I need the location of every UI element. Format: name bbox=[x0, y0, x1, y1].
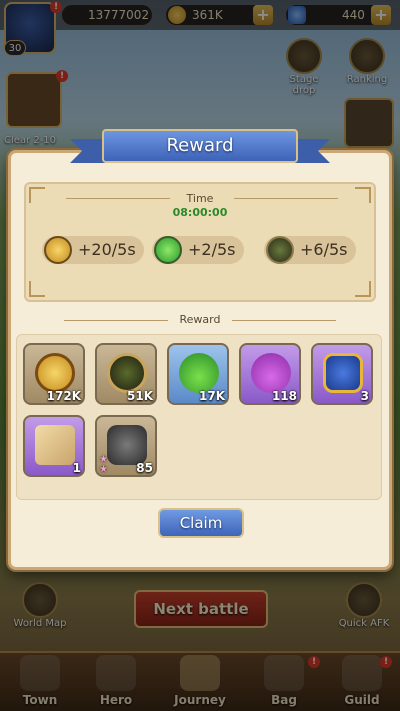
scroll-map-icon bbox=[35, 425, 75, 465]
item-count: 118 bbox=[271, 389, 297, 403]
claim-button[interactable]: Claim bbox=[158, 508, 244, 538]
reward-item-green-potion[interactable]: 17K bbox=[167, 343, 229, 405]
dialog-title: Reward bbox=[102, 129, 298, 163]
reward-item-gold[interactable]: 172K bbox=[23, 343, 85, 405]
exp-rate: +6/5s bbox=[264, 236, 356, 264]
time-label: Time bbox=[186, 192, 214, 205]
reward-item-armor[interactable]: ★ ★ 85 bbox=[95, 415, 157, 477]
item-count: 51K bbox=[127, 389, 153, 403]
reward-item-exp[interactable]: 51K bbox=[95, 343, 157, 405]
item-count: 3 bbox=[360, 389, 369, 403]
item-count: 85 bbox=[136, 461, 153, 475]
time-value: 08:00:00 bbox=[172, 206, 228, 219]
exp-icon bbox=[266, 236, 294, 264]
lightning-shield-icon bbox=[323, 353, 363, 393]
item-count: 172K bbox=[46, 389, 81, 403]
armor-icon bbox=[107, 425, 147, 465]
gold-coin-icon bbox=[44, 236, 72, 264]
reward-item-purple-potion[interactable]: 118 bbox=[239, 343, 301, 405]
gold-rate-text: +20/5s bbox=[78, 240, 136, 259]
exp-rate-text: +6/5s bbox=[300, 240, 348, 259]
reward-item-shield[interactable]: 3 bbox=[311, 343, 373, 405]
dialog-title-ribbon: Reward bbox=[70, 129, 308, 167]
gold-coin-icon bbox=[35, 353, 75, 393]
ornament-corner bbox=[29, 281, 45, 297]
time-panel: Time 08:00:00 +20/5s +2/5s +6/5s bbox=[24, 182, 376, 302]
potion-rate-text: +2/5s bbox=[188, 240, 236, 259]
purple-potion-icon bbox=[251, 353, 291, 393]
item-count: 17K bbox=[199, 389, 225, 403]
reward-item-scroll[interactable]: 1 bbox=[23, 415, 85, 477]
reward-section-label: Reward bbox=[179, 313, 221, 326]
item-count: 1 bbox=[72, 461, 81, 475]
ornament-corner bbox=[355, 281, 371, 297]
gold-rate: +20/5s bbox=[42, 236, 144, 264]
exp-orb-icon bbox=[107, 353, 147, 393]
reward-items-grid: 172K 51K 17K 118 3 1 ★ ★ 85 bbox=[16, 334, 382, 500]
green-potion-icon bbox=[154, 236, 182, 264]
green-potion-icon bbox=[179, 353, 219, 393]
potion-rate: +2/5s bbox=[152, 236, 244, 264]
star-icon: ★ ★ bbox=[99, 454, 108, 475]
